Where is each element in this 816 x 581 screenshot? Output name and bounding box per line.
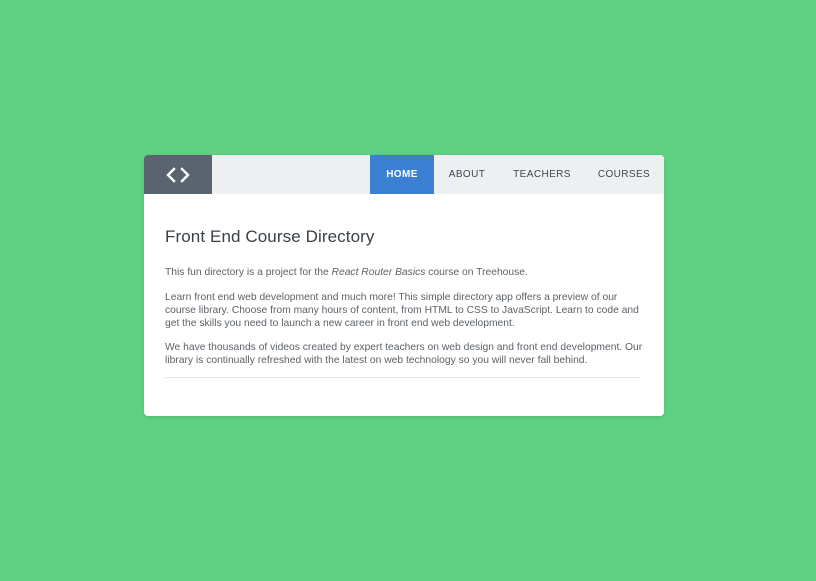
intro-text-before: This fun directory is a project for the xyxy=(165,267,332,278)
nav-home-link[interactable]: HOME xyxy=(370,155,434,194)
nav-teachers-link[interactable]: TEACHERS xyxy=(500,155,584,194)
main-nav: HOME ABOUT TEACHERS COURSES xyxy=(370,155,664,194)
library-paragraph: We have thousands of videos created by e… xyxy=(165,342,643,366)
content-divider xyxy=(165,377,641,378)
main-content: Front End Course Directory This fun dire… xyxy=(144,228,664,378)
nav-about-link[interactable]: ABOUT xyxy=(434,155,500,194)
logo[interactable] xyxy=(144,155,212,194)
course-name-emphasis: React Router Basics xyxy=(331,267,426,278)
intro-text-after: course on Treehouse. xyxy=(425,267,528,278)
nav-courses-link[interactable]: COURSES xyxy=(584,155,664,194)
main-card: HOME ABOUT TEACHERS COURSES Front End Co… xyxy=(144,155,664,416)
description-paragraph: Learn front end web development and much… xyxy=(165,292,639,329)
site-header: HOME ABOUT TEACHERS COURSES xyxy=(144,155,664,194)
intro-paragraph: This fun directory is a project for the … xyxy=(165,266,643,279)
page-title: Front End Course Directory xyxy=(165,227,375,246)
code-brackets-icon xyxy=(166,166,190,183)
